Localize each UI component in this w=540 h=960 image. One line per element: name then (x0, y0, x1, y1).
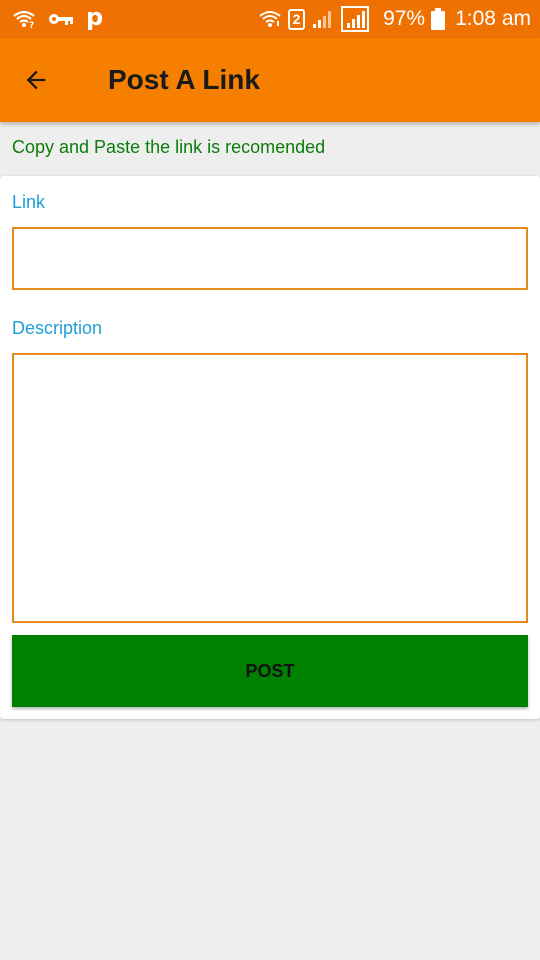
page-title: Post A Link (108, 64, 260, 95)
status-bar-right: 2 97% 1:08 am (258, 6, 540, 32)
back-button[interactable] (0, 38, 72, 122)
link-label: Link (12, 192, 46, 212)
arrow-back-icon (22, 66, 50, 94)
clock-time: 1:08 am (455, 7, 531, 30)
vpn-key-icon (48, 12, 74, 26)
p-app-icon: p (86, 3, 104, 31)
sim-2-icon: 2 (288, 8, 306, 30)
description-label: Description (12, 318, 103, 338)
cell-signal-icon (311, 8, 335, 30)
app-bar: Post A Link (0, 38, 540, 122)
battery-percent: 97% (383, 7, 426, 30)
cell-signal-icon-2 (341, 6, 370, 32)
wifi-question-icon: ? (12, 9, 36, 29)
wifi-signal-icon (258, 10, 282, 28)
status-bar-left: ? p (0, 3, 103, 31)
svg-text:?: ? (29, 21, 34, 29)
post-button[interactable]: POST (12, 635, 528, 707)
status-bar: ? p 2 97% 1:08 am (0, 0, 540, 38)
link-input[interactable] (12, 227, 528, 290)
battery-icon (431, 8, 446, 30)
hint-text: Copy and Paste the link is recomended (12, 137, 326, 157)
post-link-form: Link Description POST (0, 176, 540, 719)
description-input[interactable] (12, 353, 528, 623)
